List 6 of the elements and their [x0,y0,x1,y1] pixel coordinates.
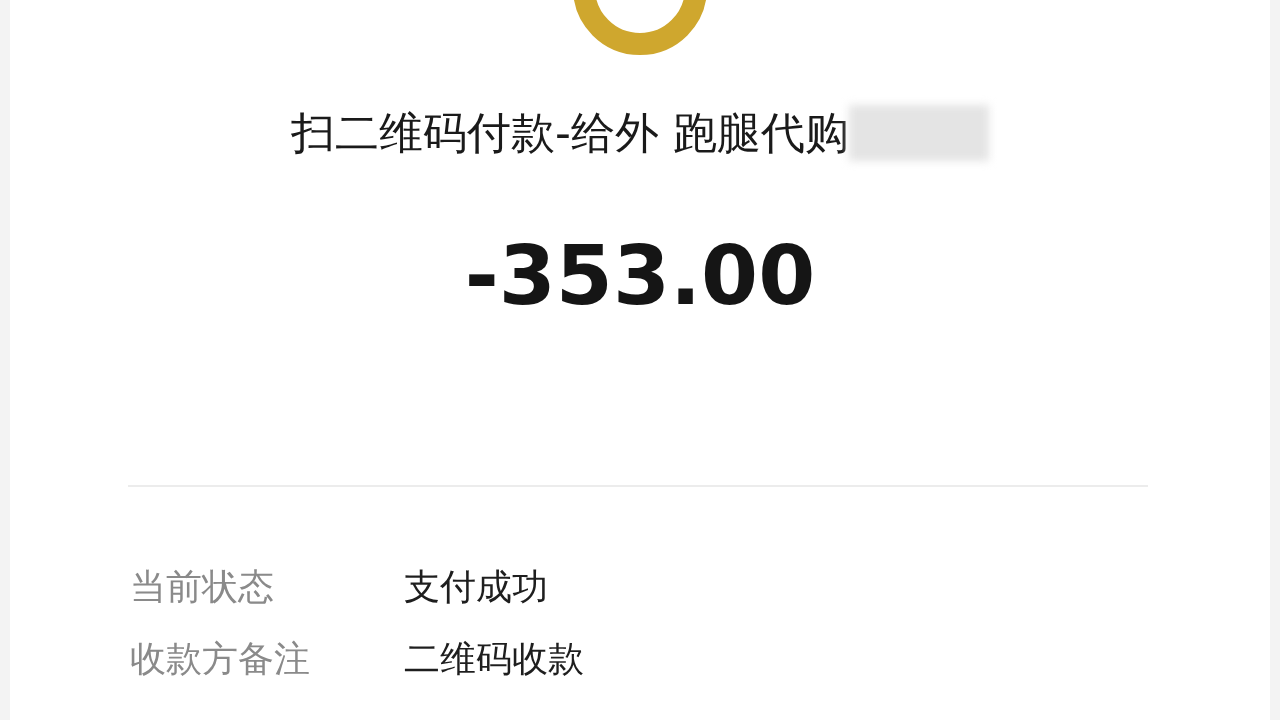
detail-label: 当前状态 [130,565,275,609]
amount: -353.00 [463,228,817,323]
detail-value: 二维码收款 [404,637,584,681]
detail-value: 支付成功 [404,565,548,609]
transaction-title: 扫二维码付款-给外 跑腿代购 [291,105,849,160]
detail-label: 收款方备注 [130,637,311,681]
